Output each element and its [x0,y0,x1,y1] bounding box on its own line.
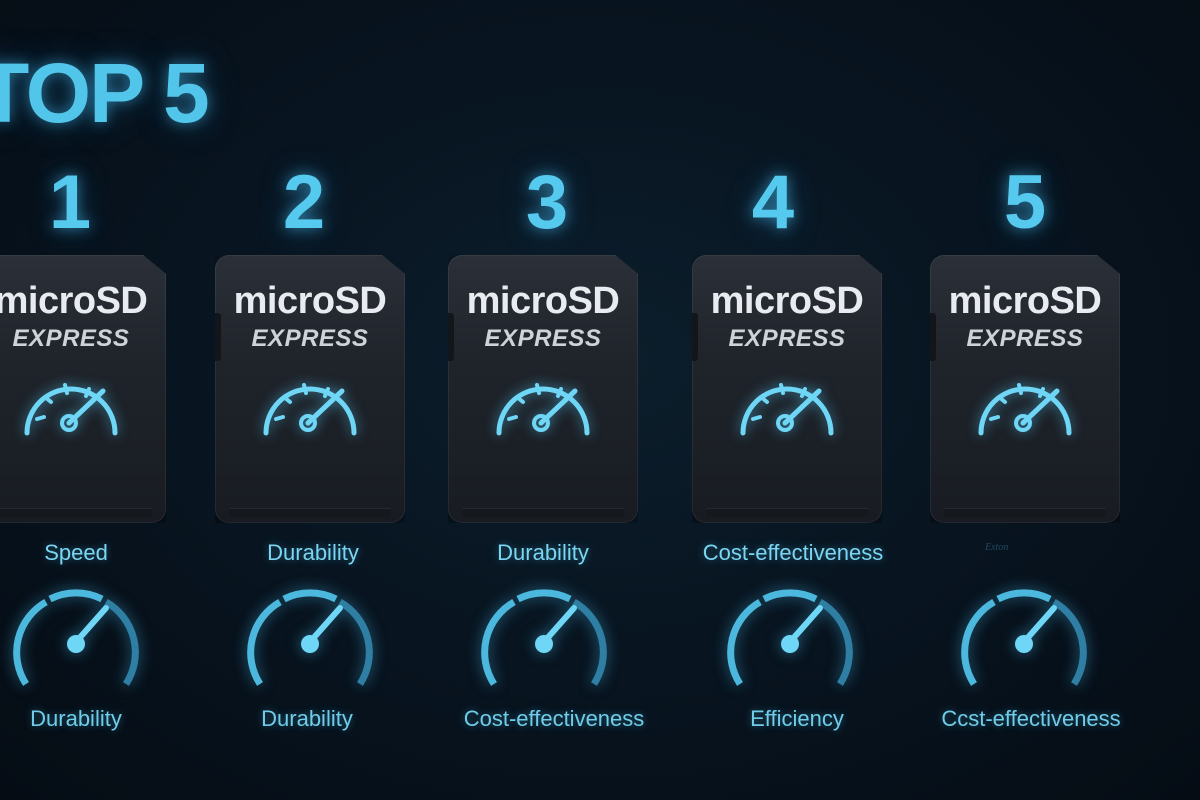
card-brand: microSD [710,280,864,322]
card-slot [706,508,868,517]
gauge-icon [10,578,142,694]
faint-watermark-text: Exton [985,542,1009,553]
speedometer-icon [491,367,595,447]
microsd-card-5: microSD EXPRESS [930,255,1120,523]
speedometer-icon [735,367,839,447]
card-3-bottom-label: Cost-effectiveness [463,706,645,731]
card-3-top-label: Durability [497,540,589,565]
gauge-icon [958,578,1090,694]
microsd-card-4: microSD EXPRESS [692,255,882,523]
card-brand: microSD [0,280,148,322]
card-brand: microSD [466,280,620,322]
card-slot [462,508,624,517]
card-sub: EXPRESS [484,325,602,352]
card-1-top-label: Speed [44,540,108,565]
card-sub: EXPRESS [12,325,130,352]
card-1-bottom-label: Durability [30,706,122,731]
microsd-card-3: microSD EXPRESS [448,255,638,523]
speedometer-icon [19,367,123,447]
speedometer-icon [973,367,1077,447]
microsd-card-2: microSD EXPRESS [215,255,405,523]
infographic: TOP 5 1 microSD EXPRESS Speed Durability… [0,0,1200,800]
card-brand: microSD [948,280,1102,322]
card-sub: EXPRESS [728,325,846,352]
rank-number-4: 4 [751,160,795,245]
microsd-card-1: microSD EXPRESS [0,255,166,523]
gauge-icon [724,578,856,694]
card-4-bottom-label: Efficiency [750,706,844,731]
rank-number-3: 3 [525,160,569,245]
card-slot [229,508,391,517]
gauge-icon [478,578,610,694]
card-brand: microSD [233,280,387,322]
card-slot [0,508,152,517]
card-sub: EXPRESS [966,325,1084,352]
card-sub: EXPRESS [251,325,369,352]
rank-number-2: 2 [282,160,326,245]
card-5-bottom-label: Ccst-effectiveness [941,706,1121,731]
rank-number-5: 5 [1003,160,1047,245]
card-slot [944,508,1106,517]
card-4-top-label: Cost-effectiveness [702,540,884,565]
rank-number-1: 1 [48,160,92,245]
page-title: TOP 5 [0,46,210,140]
speedometer-icon [258,367,362,447]
card-2-top-label: Durability [267,540,359,565]
gauge-icon [244,578,376,694]
card-2-bottom-label: Durability [261,706,353,731]
